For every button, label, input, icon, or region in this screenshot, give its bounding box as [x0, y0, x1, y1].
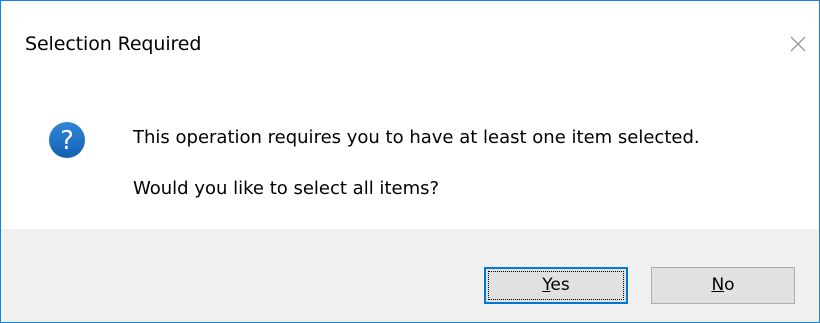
- close-icon[interactable]: [787, 33, 809, 55]
- no-button[interactable]: No: [651, 267, 795, 304]
- dialog-title: Selection Required: [25, 33, 202, 55]
- message-line-2: Would you like to select all items?: [133, 178, 440, 199]
- no-mnemonic: N: [711, 275, 725, 295]
- title-bar[interactable]: Selection Required: [1, 1, 819, 59]
- message-area: ? This operation requires you to have at…: [1, 59, 819, 229]
- button-bar: Yes No: [1, 229, 819, 322]
- message-dialog: Selection Required ? This operation requ: [0, 0, 820, 323]
- question-icon: ?: [48, 121, 86, 159]
- yes-button[interactable]: Yes: [484, 267, 628, 304]
- yes-label: es: [550, 275, 570, 295]
- svg-text:?: ?: [60, 126, 74, 156]
- message-line-1: This operation requires you to have at l…: [133, 127, 700, 148]
- no-label: o: [724, 275, 735, 295]
